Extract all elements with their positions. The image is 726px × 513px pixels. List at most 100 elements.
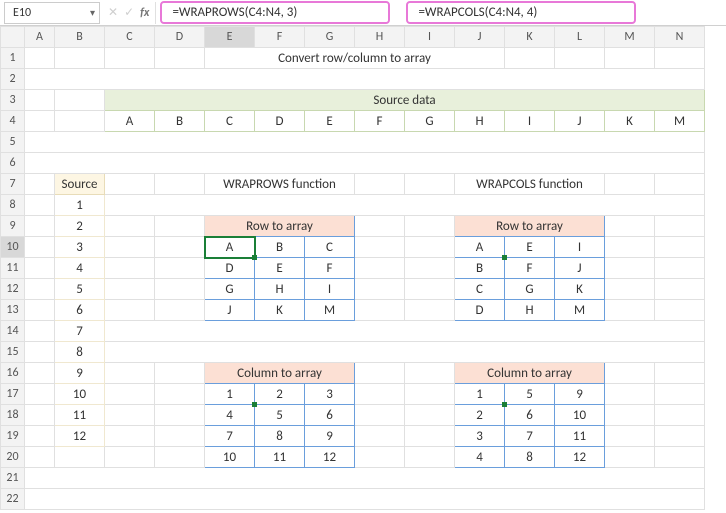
row-header[interactable]: 3 [1,90,25,111]
row-header[interactable]: 6 [1,153,25,174]
result-cell[interactable]: 9 [305,426,355,447]
result-cell[interactable]: 5 [255,405,305,426]
source-cell[interactable]: C [205,111,255,132]
row-header[interactable]: 20 [1,447,25,468]
result-cell[interactable]: 4 [205,405,255,426]
row-header[interactable]: 5 [1,132,25,153]
select-all-corner[interactable] [1,27,25,48]
row-header[interactable]: 21 [1,468,25,489]
row-header[interactable]: 12 [1,279,25,300]
row-header[interactable]: 10 [1,237,25,258]
result-cell[interactable]: K [555,279,605,300]
result-cell[interactable]: 12 [305,447,355,468]
result-cell[interactable]: 1 [205,384,255,405]
source-col-cell[interactable]: 10 [55,384,105,405]
fx-icon[interactable]: fx [140,6,149,20]
result-cell[interactable]: G [205,279,255,300]
col-header[interactable]: M [605,27,655,48]
row-header[interactable]: 4 [1,111,25,132]
col-header[interactable]: H [355,27,405,48]
source-cell[interactable]: F [355,111,405,132]
formula-input-area[interactable]: =WRAPROWS(C4:N4, 3) =WRAPCOLS(C4:N4, 4) [158,2,722,24]
col-header[interactable]: B [55,27,105,48]
result-cell[interactable]: K [255,300,305,321]
result-cell[interactable]: 7 [205,426,255,447]
result-cell[interactable]: J [555,258,605,279]
col-header[interactable]: G [305,27,355,48]
result-cell[interactable]: 8 [505,447,555,468]
result-cell[interactable]: C [305,237,355,258]
result-cell[interactable]: B [255,237,305,258]
row-header[interactable]: 15 [1,342,25,363]
source-cell[interactable]: H [455,111,505,132]
result-cell[interactable]: A [455,237,505,258]
chevron-down-icon[interactable]: ▾ [90,6,95,19]
result-cell[interactable]: 11 [255,447,305,468]
row-header[interactable]: 1 [1,48,25,69]
col-header[interactable]: F [255,27,305,48]
col-header[interactable]: D [155,27,205,48]
result-cell[interactable]: 3 [305,384,355,405]
source-col-cell[interactable]: 12 [55,426,105,447]
source-col-cell[interactable]: 1 [55,195,105,216]
source-cell[interactable]: B [155,111,205,132]
result-cell[interactable]: 12 [555,447,605,468]
result-cell[interactable]: 10 [555,405,605,426]
col-header[interactable]: C [105,27,155,48]
row-header[interactable]: 19 [1,426,25,447]
result-cell[interactable]: 6 [305,405,355,426]
col-header[interactable]: N [655,27,705,48]
row-header[interactable]: 14 [1,321,25,342]
col-header[interactable]: I [405,27,455,48]
row-header[interactable]: 11 [1,258,25,279]
source-col-cell[interactable]: 8 [55,342,105,363]
col-header[interactable]: E [205,27,255,48]
result-cell[interactable]: 3 [455,426,505,447]
result-cell[interactable]: 9 [555,384,605,405]
source-cell[interactable]: J [555,111,605,132]
source-cell[interactable]: G [405,111,455,132]
result-cell[interactable]: F [505,258,555,279]
result-cell[interactable]: 1 [455,384,505,405]
result-cell[interactable]: G [505,279,555,300]
result-cell[interactable]: H [505,300,555,321]
spreadsheet-grid[interactable]: A B C D E F G H I J K L M N 1 Convert ro… [0,26,726,510]
source-col-cell[interactable]: 7 [55,321,105,342]
col-header[interactable]: J [455,27,505,48]
result-cell[interactable]: M [555,300,605,321]
row-header[interactable]: 17 [1,384,25,405]
row-header[interactable]: 16 [1,363,25,384]
row-header[interactable]: 18 [1,405,25,426]
source-cell[interactable]: A [105,111,155,132]
result-cell[interactable]: H [255,279,305,300]
result-cell[interactable]: I [305,279,355,300]
result-cell[interactable]: D [205,258,255,279]
result-cell[interactable]: E [505,237,555,258]
source-cell[interactable]: M [655,111,705,132]
col-header[interactable]: K [505,27,555,48]
row-header[interactable]: 7 [1,174,25,195]
source-cell[interactable]: E [305,111,355,132]
name-box[interactable]: E10 ▾ [4,2,100,24]
row-header[interactable]: 8 [1,195,25,216]
result-cell[interactable]: B [455,258,505,279]
result-cell[interactable]: F [305,258,355,279]
source-col-cell[interactable]: 6 [55,300,105,321]
result-cell[interactable]: 8 [255,426,305,447]
result-cell[interactable]: 11 [555,426,605,447]
result-cell[interactable]: 7 [505,426,555,447]
source-col-cell[interactable]: 5 [55,279,105,300]
result-cell[interactable]: 4 [455,447,505,468]
source-col-cell[interactable]: 2 [55,216,105,237]
col-header[interactable]: L [555,27,605,48]
cell-e10[interactable]: A [205,237,255,258]
result-cell[interactable]: 2 [455,405,505,426]
row-header[interactable]: 22 [1,489,25,510]
source-col-cell[interactable]: 11 [55,405,105,426]
result-cell[interactable]: E [255,258,305,279]
row-header[interactable]: 13 [1,300,25,321]
result-cell[interactable]: J [205,300,255,321]
source-cell[interactable]: K [605,111,655,132]
result-cell[interactable]: 2 [255,384,305,405]
source-col-cell[interactable]: 9 [55,363,105,384]
